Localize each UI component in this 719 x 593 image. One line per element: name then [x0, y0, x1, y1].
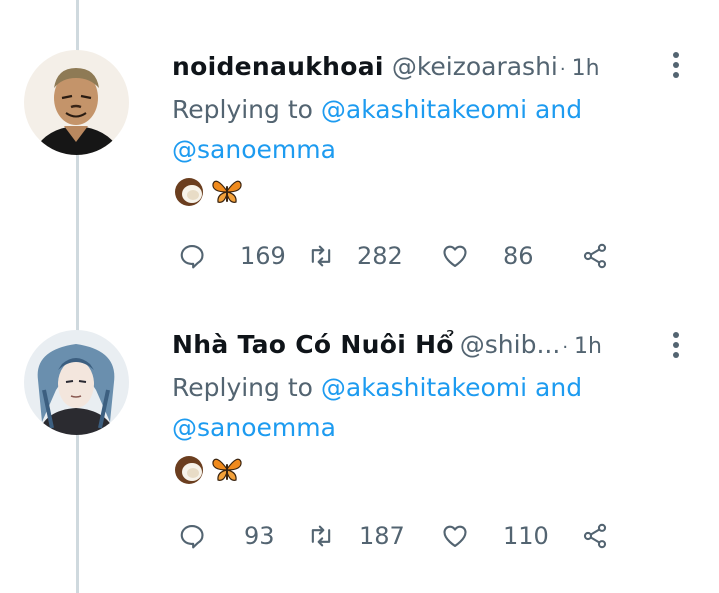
retweet-icon	[311, 525, 331, 547]
tweet[interactable]: Nhà Tao Có Nuôi Hổ @shib... · 1h Replyin…	[0, 280, 719, 560]
share-button[interactable]	[581, 242, 609, 270]
share-icon	[583, 523, 607, 549]
replying-to: Replying to @akashitakeomi and @sanoemma	[172, 368, 652, 448]
display-name[interactable]: noidenaukhoai	[172, 52, 384, 81]
tweet-text	[172, 174, 244, 208]
like-count: 110	[503, 522, 549, 550]
tweet-header: Nhà Tao Có Nuôi Hổ @shib... · 1h	[172, 330, 602, 364]
replying-to-label: Replying to	[172, 373, 313, 402]
reply-button[interactable]: 93	[178, 522, 307, 550]
like-icon	[443, 245, 467, 267]
user-handle[interactable]: @keizoarashi	[392, 52, 558, 81]
more-icon-dot	[673, 52, 679, 58]
tweet-header: noidenaukhoai @keizoarashi · 1h	[172, 52, 600, 86]
more-icon-dot	[673, 62, 679, 68]
reply-icon	[180, 525, 204, 549]
coconut-emoji	[175, 456, 203, 484]
like-button[interactable]: 86	[441, 242, 581, 270]
tweet-actions: 169 282 86	[178, 238, 609, 274]
retweet-icon	[311, 245, 331, 267]
more-icon-dot	[673, 352, 679, 358]
reply-count: 93	[244, 522, 275, 550]
more-options-button[interactable]	[673, 52, 683, 78]
separator-dot: ·	[559, 59, 566, 80]
retweet-count: 282	[357, 242, 403, 270]
avatar[interactable]	[24, 330, 129, 435]
more-icon-dot	[673, 72, 679, 78]
replying-to-label: Replying to	[172, 95, 313, 124]
mention-link[interactable]: @sanoemma	[172, 413, 336, 442]
tweet[interactable]: noidenaukhoai @keizoarashi · 1h Replying…	[0, 0, 719, 280]
butterfly-emoji	[212, 180, 242, 203]
display-name[interactable]: Nhà Tao Có Nuôi Hổ	[172, 330, 454, 359]
timestamp[interactable]: 1h	[572, 56, 600, 81]
like-icon	[443, 525, 467, 547]
like-button[interactable]: 110	[441, 522, 581, 550]
coconut-emoji	[175, 178, 203, 206]
replying-to: Replying to @akashitakeomi and @sanoemma	[172, 90, 652, 170]
tweet-text	[172, 452, 244, 486]
reply-button[interactable]: 169	[178, 242, 307, 270]
avatar[interactable]	[24, 50, 129, 155]
mention-link[interactable]: @sanoemma	[172, 135, 336, 164]
and-label: and	[535, 373, 583, 402]
share-icon	[583, 243, 607, 269]
butterfly-emoji	[212, 458, 242, 481]
more-options-button[interactable]	[673, 332, 683, 358]
user-handle[interactable]: @shib...	[460, 330, 561, 359]
separator-dot: ·	[562, 337, 569, 358]
mention-link[interactable]: @akashitakeomi	[321, 95, 527, 124]
more-icon-dot	[673, 332, 679, 338]
retweet-button[interactable]: 282	[307, 242, 441, 270]
reply-icon	[180, 245, 204, 269]
more-icon-dot	[673, 342, 679, 348]
share-button[interactable]	[581, 522, 609, 550]
and-label: and	[535, 95, 583, 124]
reply-count: 169	[240, 242, 286, 270]
retweet-button[interactable]: 187	[307, 522, 441, 550]
retweet-count: 187	[359, 522, 405, 550]
timestamp[interactable]: 1h	[574, 334, 602, 359]
like-count: 86	[503, 242, 534, 270]
mention-link[interactable]: @akashitakeomi	[321, 373, 527, 402]
tweet-actions: 93 187 110	[178, 518, 609, 554]
